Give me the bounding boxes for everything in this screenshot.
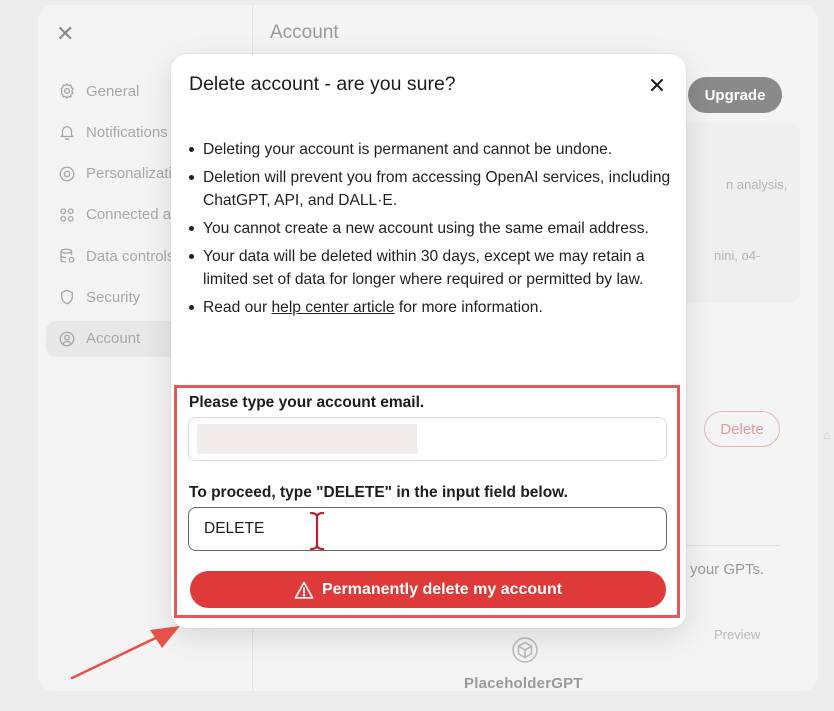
plan-description-fragment: nini, o4-	[714, 248, 761, 263]
email-field[interactable]	[188, 417, 667, 461]
sidebar-item-label: Data controls	[86, 247, 175, 265]
redacted-email	[197, 424, 417, 454]
sidebar-item-label: General	[86, 82, 140, 100]
list-item: Deleting your account is permanent and c…	[189, 138, 673, 161]
text-cursor-icon	[309, 511, 325, 551]
placeholder-gpt-name: PlaceholderGPT	[464, 675, 583, 692]
cube-icon	[512, 637, 538, 663]
warning-list: Deleting your account is permanent and c…	[189, 138, 673, 324]
confirm-field-label: To proceed, type "DELETE" in the input f…	[189, 484, 568, 501]
permanently-delete-button[interactable]: Permanently delete my account	[190, 571, 666, 608]
help-center-link[interactable]: help center article	[271, 299, 394, 316]
upgrade-button[interactable]: Upgrade	[688, 77, 782, 113]
annotation-arrow-icon	[70, 626, 180, 680]
warning-icon	[294, 581, 314, 599]
email-field-label: Please type your account email.	[189, 394, 425, 411]
plan-card	[670, 123, 800, 303]
delete-button-label: Permanently delete my account	[321, 580, 563, 598]
list-item: Your data will be deleted within 30 days…	[189, 245, 673, 291]
close-settings-icon[interactable]: ✕	[56, 23, 74, 45]
plan-description-fragment: n analysis,	[726, 177, 788, 192]
edge-icon: ⌂	[823, 428, 831, 442]
dialog-title: Delete account - are you sure?	[189, 73, 456, 95]
delete-account-button[interactable]: Delete	[704, 411, 780, 447]
list-item: You cannot create a new account using th…	[189, 217, 673, 240]
confirm-delete-input[interactable]	[188, 507, 667, 551]
gear-icon	[60, 82, 74, 100]
list-item: Deletion will prevent you from accessing…	[189, 166, 673, 212]
help-suffix: for more information.	[394, 299, 543, 316]
database-icon	[60, 248, 75, 263]
user-circle-icon	[59, 331, 75, 347]
preview-label[interactable]: Preview	[714, 627, 760, 642]
apps-icon	[60, 208, 74, 222]
gpts-description: your GPTs.	[690, 561, 765, 578]
personalization-icon	[59, 166, 75, 182]
sidebar-item-label: Security	[86, 288, 141, 306]
bell-icon	[60, 126, 74, 141]
delete-account-dialog: Delete account - are you sure? Deleting …	[171, 54, 686, 628]
sidebar-item-label: Notifications	[86, 123, 168, 141]
shield-icon	[61, 289, 73, 305]
page-title: Account	[270, 22, 339, 43]
list-item: Read our help center article for more in…	[189, 296, 673, 319]
help-prefix: Read our	[203, 299, 272, 316]
close-icon[interactable]	[647, 75, 667, 95]
sidebar-item-label: Account	[86, 330, 141, 348]
